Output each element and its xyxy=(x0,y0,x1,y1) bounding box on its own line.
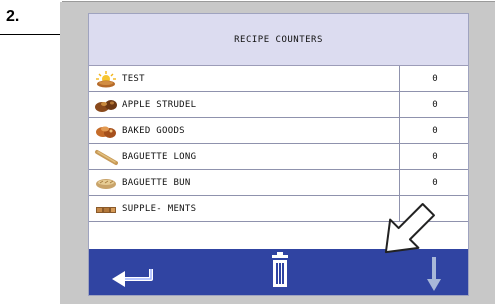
baked-goods-icon xyxy=(94,122,118,140)
recipe-name: BAGUETTE BUN xyxy=(122,177,191,188)
recipe-name: SUPPLE- MENTS xyxy=(122,203,197,214)
recipe-count: 0 xyxy=(399,118,468,143)
apple-strudel-icon xyxy=(94,96,118,114)
recipe-name: APPLE STRUDEL xyxy=(122,99,197,110)
recipe-name: TEST xyxy=(122,73,145,84)
supplements-icon xyxy=(94,200,118,218)
recipe-count: 0 xyxy=(399,144,468,169)
recipe-row[interactable]: TEST 0 xyxy=(89,66,468,92)
recipe-count: 0 xyxy=(399,170,468,195)
recipe-row[interactable]: APPLE STRUDEL 0 xyxy=(89,92,468,118)
screen-title: RECIPE COUNTERS xyxy=(89,14,468,66)
recipe-row[interactable]: BAGUETTE BUN 0 xyxy=(89,170,468,196)
recipe-name: BAKED GOODS xyxy=(122,125,185,136)
recipe-row[interactable]: BAKED GOODS 0 xyxy=(89,118,468,144)
recipe-count: 0 xyxy=(399,92,468,117)
pointer-arrow-icon xyxy=(370,198,440,268)
recipe-row[interactable]: BAGUETTE LONG 0 xyxy=(89,144,468,170)
back-arrow-icon[interactable] xyxy=(103,249,163,295)
trash-icon[interactable] xyxy=(261,249,301,295)
step-divider xyxy=(0,34,60,35)
recipe-name: BAGUETTE LONG xyxy=(122,151,197,162)
recipe-count: 0 xyxy=(399,66,468,91)
baguette-bun-icon xyxy=(94,174,118,192)
baguette-long-icon xyxy=(94,148,118,166)
step-number: 2. xyxy=(6,8,20,25)
sun-bread-icon xyxy=(94,70,118,88)
